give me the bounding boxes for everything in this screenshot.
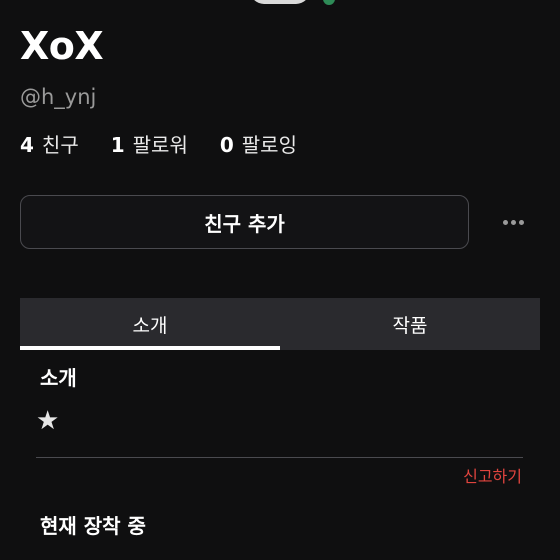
stat-count: 1 (110, 133, 125, 157)
stat-following[interactable]: 0 팔로잉 (220, 131, 297, 159)
stat-label: 친구 (41, 133, 79, 157)
report-link[interactable]: 신고하기 (463, 466, 522, 488)
stat-friends[interactable]: 4 친구 (20, 131, 79, 159)
divider (36, 457, 523, 458)
profile-stats: 4 친구 1 팔로워 0 팔로잉 (20, 131, 297, 159)
avatar[interactable] (250, 0, 310, 4)
add-friend-button[interactable]: 친구 추가 (20, 195, 469, 249)
equipped-heading: 현재 장착 중 (40, 514, 146, 538)
more-horizontal-icon[interactable] (496, 208, 530, 236)
stat-label: 팔로워 (132, 133, 188, 157)
display-name: XoX (20, 24, 104, 68)
stat-count: 4 (20, 133, 34, 157)
online-status-dot (323, 0, 335, 5)
more-dot (510, 219, 516, 225)
profile-tabs: 소개 작품 (20, 298, 540, 350)
more-dot (518, 219, 524, 225)
tab-works[interactable]: 작품 (280, 298, 540, 350)
intro-body: ★ (36, 406, 60, 436)
more-dot (502, 219, 508, 225)
stat-followers[interactable]: 1 팔로워 (111, 131, 188, 159)
intro-heading: 소개 (40, 366, 77, 390)
tab-intro[interactable]: 소개 (20, 298, 280, 350)
user-handle: @h_ynj (20, 85, 97, 109)
stat-label: 팔로잉 (241, 133, 297, 157)
stat-count: 0 (219, 133, 234, 157)
